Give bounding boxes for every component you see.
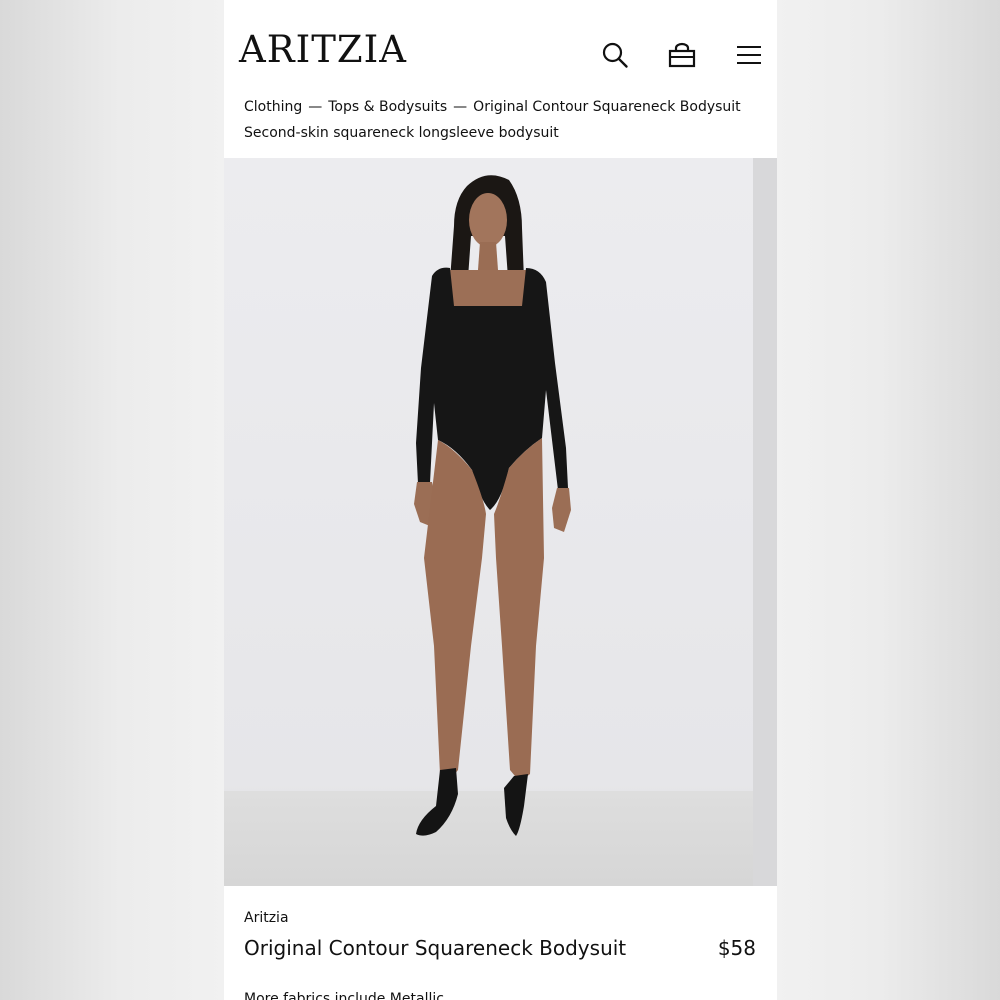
product-image-carousel[interactable] — [224, 158, 777, 886]
breadcrumb-item-tops-bodysuits[interactable]: Tops & Bodysuits — [328, 99, 447, 115]
shopping-bag-button[interactable] — [665, 38, 699, 72]
fabric-note[interactable]: More fabrics include Metallic — [244, 991, 444, 1000]
bag-icon — [668, 42, 696, 68]
left-heel — [416, 768, 458, 836]
breadcrumb-separator: — — [308, 99, 323, 115]
product-info: Aritzia Original Contour Squareneck Body… — [224, 886, 777, 1000]
model-face — [469, 193, 507, 247]
breadcrumb-item-current: Original Contour Squareneck Bodysuit — [473, 99, 741, 115]
model-left-leg — [424, 440, 486, 780]
model-right-hand — [552, 488, 571, 532]
breadcrumb: Clothing — Tops & Bodysuits — Original Conto… — [244, 97, 741, 117]
product-photo — [414, 175, 571, 836]
product-price: $58 — [717, 936, 756, 960]
search-button[interactable] — [598, 38, 632, 72]
menu-icon — [737, 46, 761, 64]
breadcrumb-item-clothing[interactable]: Clothing — [244, 99, 302, 115]
product-subtitle: Second-skin squareneck longsleeve bodysu… — [244, 125, 559, 141]
next-image-peek[interactable] — [753, 158, 777, 886]
product-brand[interactable]: Aritzia — [244, 910, 289, 926]
site-header: ARITZIA — [224, 0, 777, 108]
model-neck — [478, 242, 498, 270]
product-page: ARITZIA Clothing — Tops & Bodysuits — Origin… — [224, 0, 777, 1000]
model-chest — [450, 270, 526, 306]
breadcrumb-separator: — — [453, 99, 468, 115]
right-heel — [504, 774, 528, 836]
brand-logo[interactable]: ARITZIA — [239, 31, 407, 68]
menu-button[interactable] — [732, 38, 766, 72]
search-icon — [602, 42, 628, 68]
product-name: Original Contour Squareneck Bodysuit — [244, 936, 627, 960]
